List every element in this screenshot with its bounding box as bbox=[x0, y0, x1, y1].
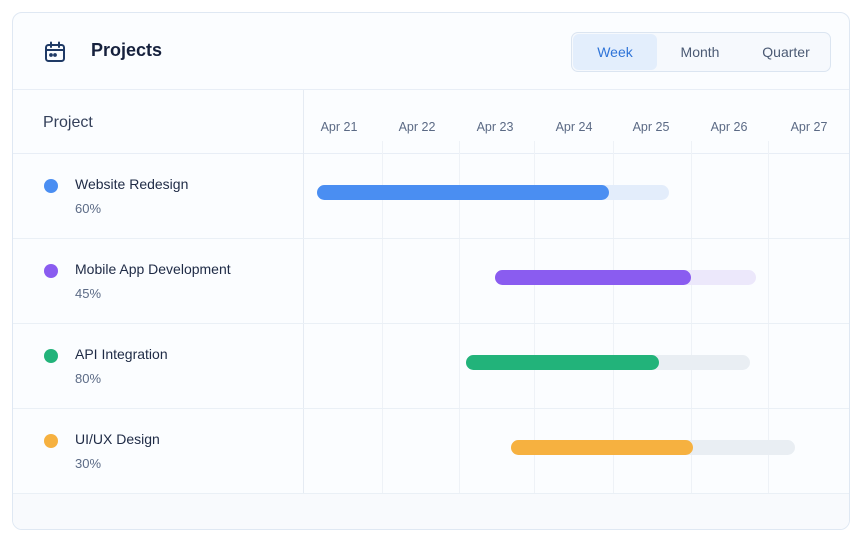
project-progress-label: 60% bbox=[75, 201, 102, 216]
calendar-icon bbox=[45, 41, 65, 62]
gantt-bar-track[interactable] bbox=[317, 185, 669, 200]
day-header: Apr 25 bbox=[632, 120, 670, 134]
day-header: Apr 22 bbox=[398, 120, 436, 134]
gantt-bar-fill[interactable] bbox=[495, 270, 691, 285]
timeline-header: Project Apr 21 Apr 22 Apr 23 Apr 24 Apr 25 Ap… bbox=[13, 90, 849, 154]
day-header: Apr 26 bbox=[710, 120, 748, 134]
view-month-button[interactable]: Month bbox=[658, 34, 742, 70]
project-color-dot bbox=[44, 434, 58, 448]
project-name: API Integration bbox=[75, 346, 168, 362]
gantt-bar-fill[interactable] bbox=[466, 355, 659, 370]
project-row[interactable]: Mobile App Development 45% bbox=[13, 239, 849, 324]
gantt-card: Projects Week Month Quarter Project Apr … bbox=[12, 12, 850, 530]
project-name: UI/UX Design bbox=[75, 431, 160, 447]
project-name: Website Redesign bbox=[75, 176, 189, 192]
gantt-bar-track[interactable] bbox=[495, 270, 756, 285]
day-header: Apr 21 bbox=[320, 120, 358, 134]
day-header: Apr 23 bbox=[476, 120, 514, 134]
gantt-bar-fill[interactable] bbox=[511, 440, 693, 455]
project-progress-label: 30% bbox=[75, 456, 102, 471]
card-header: Projects Week Month Quarter bbox=[13, 13, 849, 90]
project-row[interactable]: API Integration 80% bbox=[13, 324, 849, 409]
view-quarter-button[interactable]: Quarter bbox=[743, 34, 829, 70]
gantt-bar-fill[interactable] bbox=[317, 185, 609, 200]
project-row[interactable]: UI/UX Design 30% bbox=[13, 409, 849, 494]
project-progress-label: 45% bbox=[75, 286, 102, 301]
project-color-dot bbox=[44, 264, 58, 278]
project-column-header: Project bbox=[43, 114, 93, 131]
day-header: Apr 27 bbox=[790, 120, 828, 134]
project-name: Mobile App Development bbox=[75, 261, 231, 277]
gantt-bar-track[interactable] bbox=[511, 440, 795, 455]
view-week-button[interactable]: Week bbox=[573, 34, 657, 70]
page-title: Projects bbox=[91, 40, 163, 60]
day-header: Apr 24 bbox=[555, 120, 593, 134]
project-color-dot bbox=[44, 349, 58, 363]
card-footer bbox=[13, 494, 849, 529]
gantt-bar-track[interactable] bbox=[466, 355, 750, 370]
project-color-dot bbox=[44, 179, 58, 193]
project-row[interactable]: Website Redesign 60% bbox=[13, 154, 849, 239]
view-switcher: Week Month Quarter bbox=[571, 32, 831, 72]
project-progress-label: 80% bbox=[75, 371, 102, 386]
